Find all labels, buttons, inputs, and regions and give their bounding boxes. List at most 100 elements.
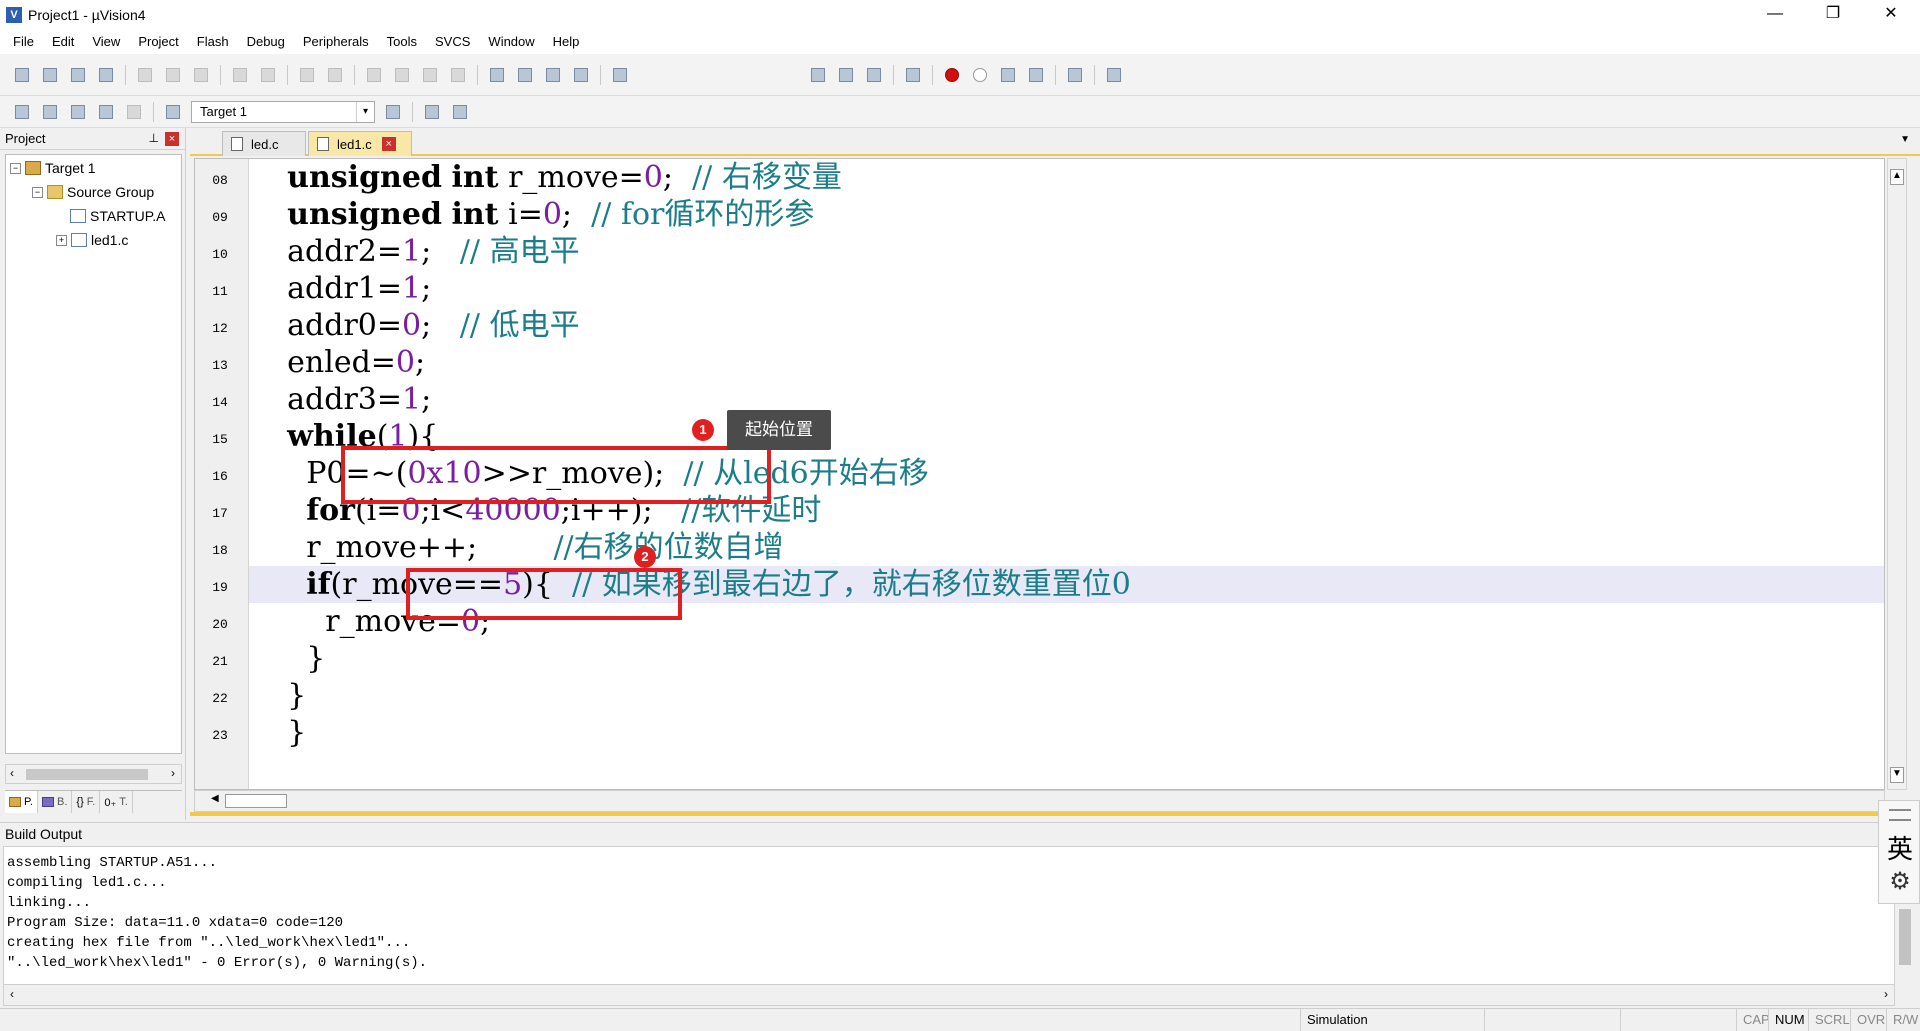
scroll-left-icon[interactable]: ‹: [10, 766, 14, 780]
menu-edit[interactable]: Edit: [43, 30, 83, 54]
code-line[interactable]: r_move++; //右移的位数自增: [249, 529, 1884, 566]
build-icon[interactable]: [38, 100, 62, 124]
code-line[interactable]: }: [249, 640, 1884, 677]
expand-icon[interactable]: +: [56, 234, 67, 246]
navigate-forward-icon[interactable]: [323, 63, 347, 87]
gear-icon[interactable]: ⚙: [1879, 867, 1920, 896]
ime-toolbar[interactable]: 英 ⚙: [1878, 800, 1920, 904]
build-output-vertical-scrollbar[interactable]: [1895, 905, 1917, 985]
bookmark-icon[interactable]: [362, 63, 386, 87]
find-icon[interactable]: [834, 63, 858, 87]
build-output-horizontal-scrollbar[interactable]: ‹ ›: [3, 984, 1895, 1006]
menu-file[interactable]: File: [4, 30, 43, 54]
manage-components-icon[interactable]: [420, 100, 444, 124]
enable-breakpoint-icon[interactable]: [968, 63, 992, 87]
cut-icon[interactable]: [133, 63, 157, 87]
uncomment-icon[interactable]: [569, 63, 593, 87]
build-output-console[interactable]: assembling STARTUP.A51... compiling led1…: [3, 846, 1895, 986]
next-bookmark-icon[interactable]: [418, 63, 442, 87]
translate-icon[interactable]: [10, 100, 34, 124]
scroll-up-icon[interactable]: ▲: [1890, 169, 1904, 185]
rebuild-icon[interactable]: [66, 100, 90, 124]
incremental-find-icon[interactable]: [862, 63, 886, 87]
find-dropdown-icon[interactable]: [806, 63, 830, 87]
scrollbar-thumb[interactable]: [225, 794, 287, 808]
scrollbar-thumb[interactable]: [26, 769, 148, 780]
unindent-icon[interactable]: [513, 63, 537, 87]
collapse-icon[interactable]: −: [32, 186, 43, 198]
editor-horizontal-scrollbar[interactable]: ◀: [194, 790, 1885, 812]
tab-led-c[interactable]: led.c: [222, 131, 306, 156]
menu-flash[interactable]: Flash: [188, 30, 238, 54]
start-debug-icon[interactable]: [901, 63, 925, 87]
menu-project[interactable]: Project: [129, 30, 187, 54]
code-line[interactable]: addr3=1;: [249, 381, 1884, 418]
minimize-button[interactable]: —: [1746, 0, 1804, 30]
configure-icon[interactable]: [1102, 63, 1126, 87]
code-line[interactable]: addr0=0; // 低电平: [249, 307, 1884, 344]
scroll-right-icon[interactable]: ›: [1884, 987, 1888, 1001]
drag-handle-icon[interactable]: [1889, 809, 1911, 821]
menu-help[interactable]: Help: [544, 30, 589, 54]
pin-icon[interactable]: ⊥: [149, 131, 159, 145]
code-line[interactable]: enled=0;: [249, 344, 1884, 381]
close-tab-icon[interactable]: ×: [381, 137, 396, 151]
menu-peripherals[interactable]: Peripherals: [294, 30, 378, 54]
new-file-icon[interactable]: [10, 63, 34, 87]
close-icon[interactable]: ×: [165, 132, 179, 146]
tree-horizontal-scrollbar[interactable]: ‹ ›: [5, 764, 182, 784]
tab-list-dropdown-icon[interactable]: ▼: [1900, 134, 1910, 145]
menu-view[interactable]: View: [83, 30, 129, 54]
prev-bookmark-icon[interactable]: [390, 63, 414, 87]
code-line[interactable]: }: [249, 714, 1884, 751]
tree-item-led1[interactable]: + led1.c: [56, 229, 128, 251]
menu-debug[interactable]: Debug: [238, 30, 294, 54]
ime-language-toggle[interactable]: 英: [1879, 829, 1920, 866]
code-line[interactable]: unsigned int i=0; // for循环的形参: [249, 196, 1884, 233]
batch-build-icon[interactable]: [94, 100, 118, 124]
menu-tools[interactable]: Tools: [378, 30, 426, 54]
target-select[interactable]: Target 1 ▾: [191, 100, 375, 123]
tree-item-startup[interactable]: STARTUP.A: [70, 205, 165, 227]
find-in-files-icon[interactable]: [608, 63, 632, 87]
indent-icon[interactable]: [485, 63, 509, 87]
comment-icon[interactable]: [541, 63, 565, 87]
disable-breakpoints-icon[interactable]: [996, 63, 1020, 87]
collapse-icon[interactable]: −: [10, 162, 21, 174]
redo-icon[interactable]: [256, 63, 280, 87]
tree-item-target[interactable]: − Target 1: [10, 157, 96, 179]
undo-icon[interactable]: [228, 63, 252, 87]
open-file-icon[interactable]: [38, 63, 62, 87]
menu-window[interactable]: Window: [479, 30, 543, 54]
restore-button[interactable]: ❐: [1804, 0, 1862, 30]
target-options-icon[interactable]: [381, 100, 405, 124]
tab-led1-c[interactable]: led1.c ×: [308, 131, 412, 156]
insert-breakpoint-icon[interactable]: [940, 63, 964, 87]
clear-bookmarks-icon[interactable]: [446, 63, 470, 87]
code-line[interactable]: }: [249, 677, 1884, 714]
scroll-left-icon[interactable]: ‹: [10, 987, 14, 1001]
multi-project-icon[interactable]: [448, 100, 472, 124]
window-layout-icon[interactable]: [1063, 63, 1087, 87]
code-line[interactable]: addr2=1; // 高电平: [249, 233, 1884, 270]
scroll-right-icon[interactable]: ›: [171, 766, 175, 780]
save-all-icon[interactable]: [94, 63, 118, 87]
scroll-down-icon[interactable]: ▼: [1890, 767, 1904, 783]
save-icon[interactable]: [66, 63, 90, 87]
close-button[interactable]: ✕: [1862, 0, 1920, 30]
navigate-back-icon[interactable]: [295, 63, 319, 87]
download-icon[interactable]: [161, 100, 185, 124]
tab-templates[interactable]: 0₊ T.: [100, 791, 133, 813]
code-line[interactable]: addr1=1;: [249, 270, 1884, 307]
menu-svcs[interactable]: SVCS: [426, 30, 479, 54]
stop-build-icon[interactable]: [122, 100, 146, 124]
scrollbar-thumb[interactable]: [1899, 909, 1911, 965]
kill-breakpoints-icon[interactable]: [1024, 63, 1048, 87]
copy-icon[interactable]: [161, 63, 185, 87]
paste-icon[interactable]: [189, 63, 213, 87]
scroll-left-icon[interactable]: ◀: [211, 793, 219, 804]
code-line[interactable]: unsigned int r_move=0; // 右移变量: [249, 159, 1884, 196]
tab-project[interactable]: P.: [5, 791, 38, 813]
tree-item-source-group[interactable]: − Source Group: [32, 181, 154, 203]
tab-functions[interactable]: {} F.: [72, 791, 101, 813]
